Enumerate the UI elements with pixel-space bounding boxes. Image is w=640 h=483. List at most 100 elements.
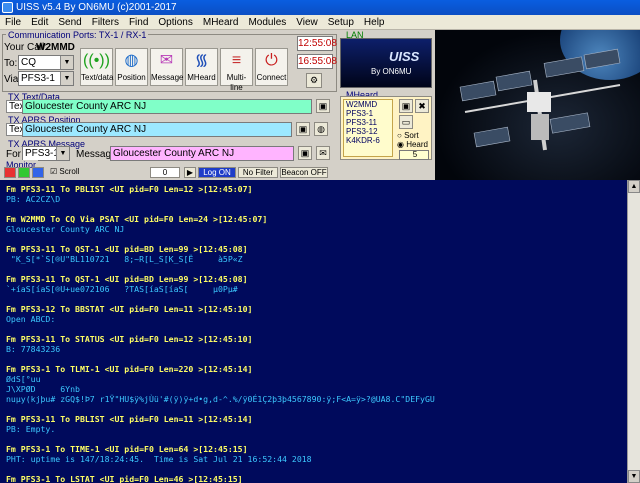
text-data-button[interactable]: ((•)) Text/data: [80, 48, 113, 86]
terminal-body-line: Gloucester County ARC NJ: [6, 224, 125, 234]
mheard-count: 5: [399, 150, 429, 160]
log-toggle-button[interactable]: Log ON: [198, 167, 236, 178]
terminal-body-line: PB: Empty.: [6, 424, 56, 434]
monitor-toolbar: ☑ Scroll 0 ▶ Log ON No Filter Beacon OFF: [0, 166, 640, 179]
to-combobox[interactable]: CQ: [18, 55, 74, 70]
menu-edit[interactable]: Edit: [26, 15, 53, 30]
mheard-clear-icon[interactable]: ✖: [415, 99, 429, 113]
mheard-item[interactable]: K4KDR-6: [346, 136, 392, 145]
terminal-body-line: `+íaS[íaS[®U+ue072106 ?TAS[íaS[íaS[ µ0Pµ…: [6, 284, 238, 294]
mheard-panel: W2MMD PFS3-1 PFS3-11 PFS3-12 K4KDR-6 ▣ ✖…: [340, 96, 432, 160]
terminal-header-line: Fm PFS3-12 To BBSTAT <UI pid=F0 Len=11 >…: [6, 304, 253, 314]
scroll-checkbox[interactable]: ☑ Scroll: [50, 167, 92, 178]
aprs-message-input[interactable]: Gloucester County ARC NJ: [110, 146, 294, 161]
comm-ports-label: Communication Ports: TX-1 / RX-1: [6, 30, 149, 40]
mheard-item[interactable]: PFS3-1: [346, 109, 392, 118]
multiline-icon: ≡: [231, 52, 242, 69]
terminal-body-line: ØdS[°uu: [6, 374, 41, 384]
mheard-item[interactable]: PFS3-11: [346, 118, 392, 127]
monitor-red-icon[interactable]: [4, 167, 16, 178]
your-call-value: W2MMD: [36, 42, 75, 53]
aprs-msg-envelope-icon[interactable]: ✉: [316, 146, 330, 160]
mheard-button[interactable]: ᯾ MHeard: [185, 48, 218, 86]
aprs-for-value: PFS3-1: [25, 148, 59, 159]
message-button[interactable]: ✉ Message: [150, 48, 183, 86]
menu-filters[interactable]: Filters: [87, 15, 124, 30]
terminal-spacer: [6, 464, 627, 474]
menu-help[interactable]: Help: [359, 15, 390, 30]
mheard-list[interactable]: W2MMD PFS3-1 PFS3-11 PFS3-12 K4KDR-6: [343, 99, 393, 157]
aprs-msg-save-icon[interactable]: ▣: [298, 146, 312, 160]
terminal-scrollbar[interactable]: ▲ ▼: [627, 180, 640, 483]
terminal-spacer: [6, 264, 627, 274]
mheard-save-icon[interactable]: ▣: [399, 99, 413, 113]
terminal-body-line: nuµy(kjþu# zGQ$!Þ7 r1Ÿ"HU$ÿ%jÙü'#(ÿ)ÿ+d•…: [6, 394, 435, 404]
app-icon: [2, 2, 13, 13]
window-title: UISS v5.4 By ON6MU (c)2001-2017: [16, 2, 177, 13]
terminal-header-line: Fm PFS3-11 To STATUS <UI pid=F0 Len=12 >…: [6, 334, 253, 344]
to-label: To:: [4, 58, 18, 69]
connect-button[interactable]: ⏻ Connect: [255, 48, 288, 86]
uiss-logo: UISS By ON6MU: [340, 38, 432, 88]
terminal-header-line: Fm W2MMD To CQ Via PSAT <UI pid=F0 Len=2…: [6, 214, 268, 224]
local-clock: 16:55:08: [297, 54, 337, 69]
connect-icon: ⏻: [265, 52, 278, 69]
terminal-body-line: J\XPØD 6Ynb: [6, 384, 80, 394]
app-window: UISS v5.4 By ON6MU (c)2001-2017 File Edit…: [0, 0, 640, 483]
tx-text-value: Gloucester County ARC NJ: [25, 101, 147, 112]
terminal-body-line: B: 77843236: [6, 344, 61, 354]
position-button[interactable]: ◍ Position: [115, 48, 148, 86]
monitor-play-icon[interactable]: ▶: [184, 167, 196, 178]
globe-icon: ◍: [124, 52, 139, 69]
tx-aprs-pos-input[interactable]: Gloucester County ARC NJ: [22, 122, 292, 137]
terminal-spacer: [6, 234, 627, 244]
menu-send[interactable]: Send: [53, 15, 86, 30]
menu-file[interactable]: File: [0, 15, 26, 30]
terminal-header-line: Fm PFS3-11 To QST-1 <UI pid=BD Len=99 >[…: [6, 274, 248, 284]
utc-clock: 12:55:08: [297, 36, 337, 51]
terminal-spacer: [6, 434, 627, 444]
title-bar: UISS v5.4 By ON6MU (c)2001-2017: [0, 0, 640, 15]
terminal-body-line: "K_S[*`S[®U"BL110721 8;~R[L_S[K_S[Ë à5P«…: [6, 254, 243, 264]
terminal-spacer: [6, 354, 627, 364]
menu-view[interactable]: View: [291, 15, 323, 30]
menu-modules[interactable]: Modules: [243, 15, 291, 30]
monitor-green-icon[interactable]: [18, 167, 30, 178]
terminal-spacer: [6, 404, 627, 414]
terminal-header-line: Fm PFS3-1 To TIME-1 <UI pid=F0 Len=64 >[…: [6, 444, 248, 454]
terminal-body-line: PHT: uptime is 147/18:24:45. Time is Sat…: [6, 454, 312, 464]
menu-mheard[interactable]: MHeard: [198, 15, 244, 30]
menu-options[interactable]: Options: [153, 15, 197, 30]
wifi-icon: ((•)): [83, 52, 110, 69]
sort-radio[interactable]: ○ Sort: [397, 131, 419, 140]
scroll-up-icon[interactable]: ▲: [628, 180, 640, 193]
menu-setup[interactable]: Setup: [323, 15, 359, 30]
filter-button[interactable]: No Filter: [238, 167, 278, 178]
monitor-blue-icon[interactable]: [32, 167, 44, 178]
menu-find[interactable]: Find: [124, 15, 153, 30]
settings-icon[interactable]: ⚙: [306, 73, 322, 88]
terminal-header-line: Fm PFS3-1 To TLMI-1 <UI pid=F0 Len=220 >…: [6, 364, 253, 374]
mheard-folder-icon[interactable]: ▭: [399, 115, 413, 129]
uiss-logo-by: By ON6MU: [371, 67, 412, 76]
monitor-terminal[interactable]: Fm PFS3-11 To PBLIST <UI pid=F0 Len=12 >…: [0, 180, 627, 483]
terminal-spacer: [6, 204, 627, 214]
tx-text-input[interactable]: Gloucester County ARC NJ: [22, 99, 312, 114]
scroll-down-icon[interactable]: ▼: [628, 470, 640, 483]
aprs-for-combobox[interactable]: PFS3-1: [22, 146, 70, 161]
uiss-logo-text: UISS: [389, 49, 420, 64]
multi-line-button[interactable]: ≡ Multi-line: [220, 48, 253, 92]
heard-radio[interactable]: ◉ Heard: [397, 140, 428, 149]
mheard-item[interactable]: W2MMD: [346, 100, 392, 109]
beacon-button[interactable]: Beacon OFF: [280, 167, 328, 178]
aprs-pos-save-icon[interactable]: ▣: [296, 122, 310, 136]
aprs-pos-globe-icon[interactable]: ◍: [314, 122, 328, 136]
via-combobox[interactable]: PFS3-1: [18, 71, 74, 86]
mheard-item[interactable]: PFS3-12: [346, 127, 392, 136]
terminal-header-line: Fm PFS3-11 To PBLIST <UI pid=F0 Len=12 >…: [6, 184, 253, 194]
terminal-spacer: [6, 294, 627, 304]
terminal-header-line: Fm PFS3-1 To LSTAT <UI pid=F0 Len=46 >[1…: [6, 474, 243, 483]
terminal-header-line: Fm PFS3-11 To QST-1 <UI pid=BD Len=99 >[…: [6, 244, 248, 254]
save-icon[interactable]: ▣: [316, 99, 330, 113]
antenna-icon: ᯾: [194, 52, 209, 69]
